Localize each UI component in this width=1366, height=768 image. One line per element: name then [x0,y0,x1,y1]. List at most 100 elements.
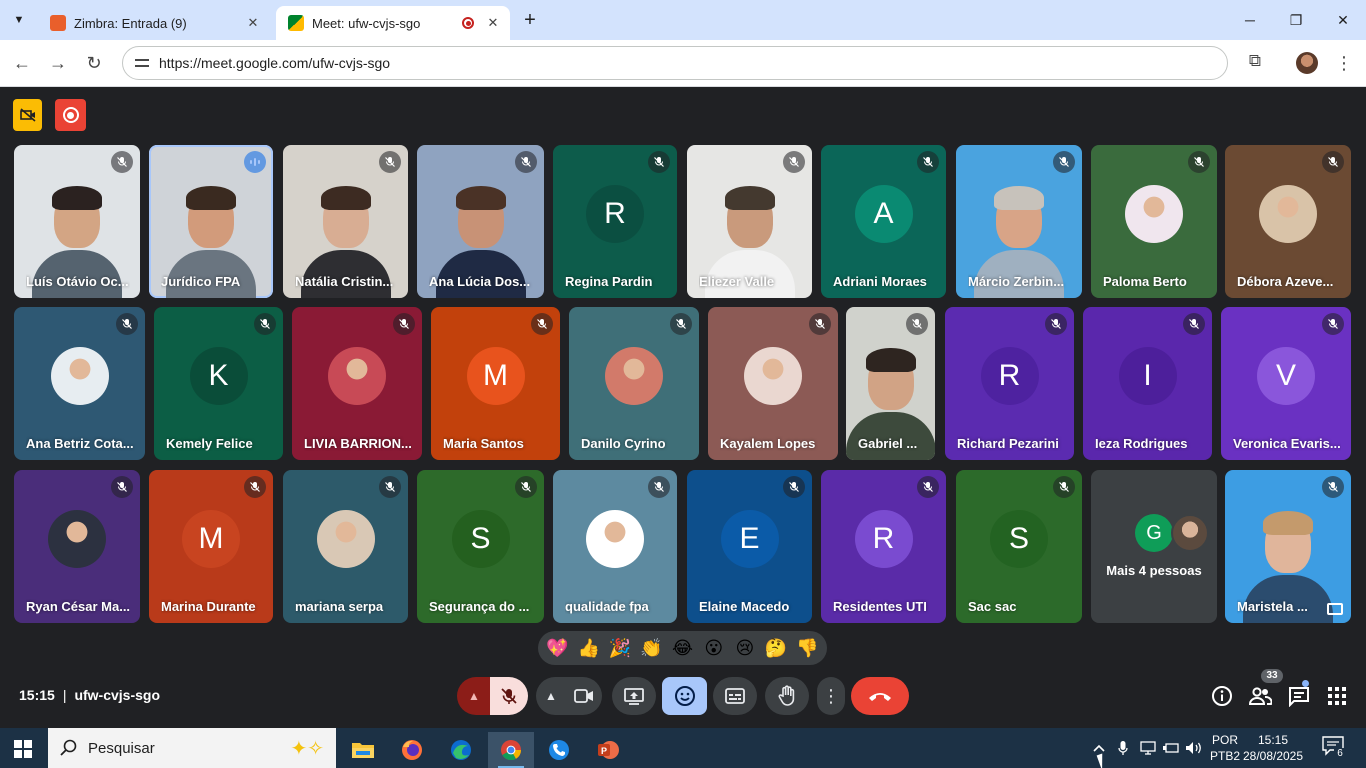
participant-tile[interactable]: E Elaine Macedo [687,470,812,623]
participant-tile[interactable]: Débora Azeve... [1225,145,1351,298]
firefox-app[interactable] [389,732,435,768]
video-options-button[interactable]: ▲ [536,677,566,715]
tab-meet[interactable]: Meet: ufw-cvjs-sgo ✕ [276,6,510,40]
participant-tile[interactable]: R Regina Pardin [553,145,677,298]
mic-muted-icon [116,313,138,335]
captions-button[interactable] [713,677,757,715]
file-explorer-app[interactable] [340,732,386,768]
participant-tile[interactable]: V Veronica Evaris... [1221,307,1351,460]
participant-tile[interactable]: Natália Cristin... [283,145,408,298]
forward-arrow-icon[interactable]: → [45,50,71,76]
reaction-sad[interactable]: 😢 [731,638,759,659]
profile-avatar[interactable] [1296,52,1318,74]
participant-tile[interactable]: Ana Lúcia Dos... [417,145,544,298]
people-button[interactable] [1246,682,1274,710]
avatar-initial: I [1143,358,1152,392]
participant-tile[interactable]: Eliezer Valle [687,145,812,298]
participant-name: Elaine Macedo [699,599,790,614]
battery-tray-icon[interactable] [1161,728,1181,768]
reaction-heart[interactable]: 💖 [544,638,572,659]
participant-tile[interactable]: S Sac sac [956,470,1082,623]
participant-tile[interactable]: Ryan César Ma... [14,470,140,623]
search-highlight-sparkle-icon: ✦✧ [290,738,324,760]
chrome-app[interactable] [488,732,534,768]
microphone-tray-icon[interactable] [1114,728,1132,768]
back-arrow-icon[interactable]: ← [9,50,35,76]
tab-title: Zimbra: Entrada (9) [74,15,187,31]
tab-zimbra[interactable]: Zimbra: Entrada (9) ✕ [38,6,270,40]
input-language[interactable]: POR PTB2 [1208,732,1242,764]
participant-tile[interactable]: LIVIA BARRION... [292,307,422,460]
participant-tile[interactable]: G Mais 4 pessoas [1091,470,1217,623]
reaction-thumbs-up[interactable]: 👍 [575,638,603,659]
system-clock[interactable]: 15:15 28/08/2025 [1242,732,1304,764]
participant-tile[interactable]: S Segurança do ... [417,470,544,623]
meet-stage: Luís Otávio Oc... Jurídico FPA Natália Cri… [0,88,1366,728]
raise-hand-button[interactable] [765,677,809,715]
meeting-info: 15:15 | ufw-cvjs-sgo [19,687,160,703]
more-options-button[interactable]: ⋮ [817,677,845,715]
participant-tile[interactable]: Ana Betriz Cota... [14,307,145,460]
close-tab-icon[interactable]: ✕ [484,15,502,31]
participant-name: Danilo Cyrino [581,436,666,451]
mic-muted-icon [379,151,401,173]
browser-menu-icon[interactable]: ⋮ [1334,50,1354,76]
site-info-icon[interactable] [135,56,149,70]
participant-tile[interactable]: mariana serpa [283,470,408,623]
volume-tray-icon[interactable] [1184,728,1204,768]
participant-tile[interactable]: I Ieza Rodrigues [1083,307,1212,460]
overflow-label: Mais 4 pessoas [1106,563,1202,578]
phone-app[interactable] [536,732,582,768]
reaction-laugh[interactable]: 😂 [668,638,696,659]
camera-toggle-button[interactable] [566,677,602,715]
activities-button[interactable] [1323,682,1351,710]
maximize-icon[interactable]: ❐ [1273,8,1319,32]
mic-muted-icon [670,313,692,335]
chat-button[interactable] [1285,682,1313,710]
participant-tile[interactable]: Kayalem Lopes [708,307,838,460]
participant-tile[interactable]: R Residentes UTI [821,470,946,623]
participant-tile[interactable]: A Adriani Moraes [821,145,946,298]
participant-tile[interactable]: K Kemely Felice [154,307,283,460]
picture-in-picture-icon[interactable] [1327,603,1343,615]
host-controls-badge[interactable] [13,99,42,131]
participant-tile[interactable]: M Maria Santos [431,307,560,460]
leave-call-button[interactable] [851,677,909,715]
notification-center-button[interactable]: 6 [1322,736,1346,760]
microphone-toggle-button[interactable] [490,677,528,715]
audio-options-button[interactable]: ▲ [457,677,491,715]
edge-app[interactable] [438,732,484,768]
participant-tile[interactable]: M Marina Durante [149,470,273,623]
close-tab-icon[interactable]: ✕ [244,15,262,31]
reaction-clap[interactable]: 👏 [637,638,665,659]
present-screen-button[interactable] [612,677,656,715]
network-tray-icon[interactable] [1138,728,1158,768]
participant-tile[interactable]: Maristela ... [1225,470,1351,623]
windows-start-icon[interactable] [14,740,32,758]
powerpoint-app[interactable]: P [585,732,631,768]
reload-icon[interactable]: ↻ [81,50,107,76]
reaction-party[interactable]: 🎉 [606,638,634,659]
participant-tile[interactable]: Luís Otávio Oc... [14,145,140,298]
reactions-button[interactable] [662,677,707,715]
participant-tile[interactable]: Gabriel ... [846,307,935,460]
participant-name: Luís Otávio Oc... [26,274,129,289]
participant-tile[interactable]: qualidade fpa [553,470,677,623]
recording-badge[interactable] [55,99,86,131]
close-window-icon[interactable]: ✕ [1320,8,1366,32]
participant-tile[interactable]: Danilo Cyrino [569,307,699,460]
taskbar-search[interactable]: Pesquisar ✦✧ [48,728,336,768]
reaction-surprised[interactable]: 😮 [700,638,728,659]
minimize-icon[interactable]: ─ [1227,8,1273,32]
participant-tile[interactable]: R Richard Pezarini [945,307,1074,460]
new-tab-button[interactable]: + [518,8,542,32]
address-bar[interactable]: https://meet.google.com/ufw-cvjs-sgo [122,46,1228,80]
participant-tile[interactable]: Márcio Zerbin... [956,145,1082,298]
tab-search-chevron-icon[interactable]: ▼ [6,8,32,32]
reaction-thumbs-down[interactable]: 👎 [793,638,821,659]
meeting-details-button[interactable] [1208,682,1236,710]
extensions-puzzle-icon[interactable]: ⧉ [1243,51,1267,75]
participant-tile[interactable]: Jurídico FPA [149,145,273,298]
participant-tile[interactable]: Paloma Berto [1091,145,1217,298]
reaction-thinking[interactable]: 🤔 [762,638,790,659]
